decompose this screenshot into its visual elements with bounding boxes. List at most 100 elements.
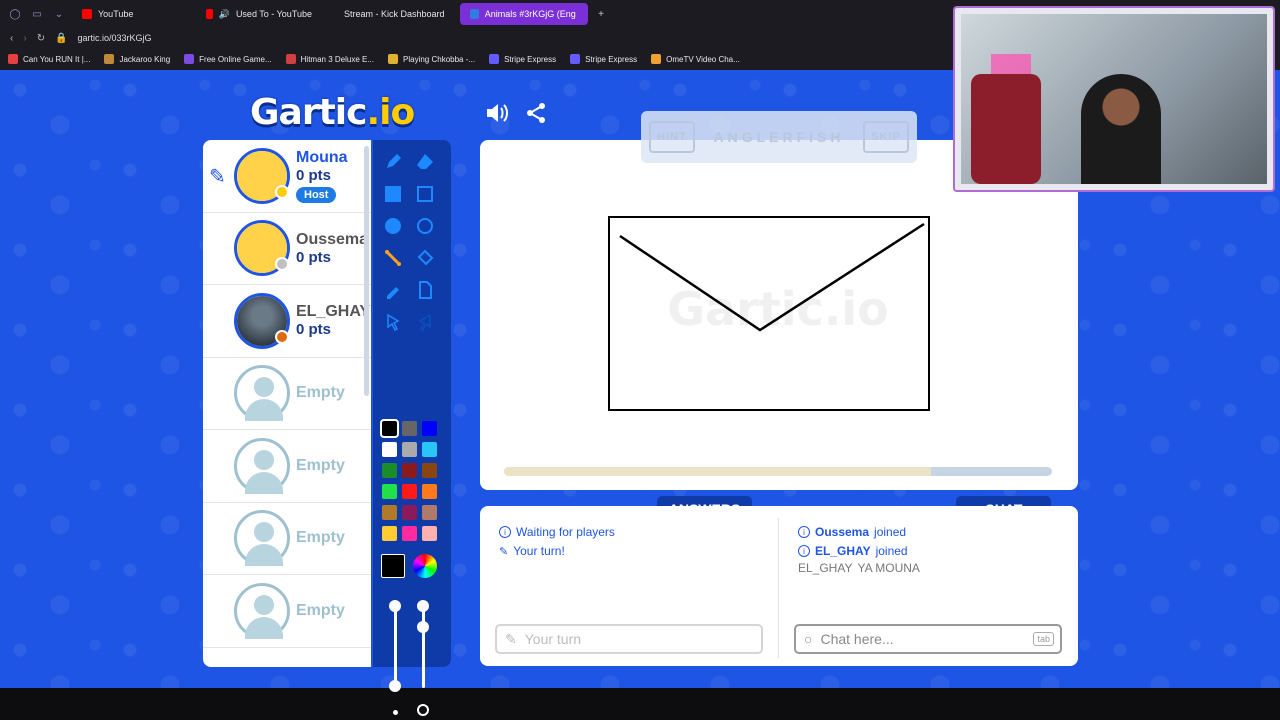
empty-slot: Empty: [203, 430, 371, 503]
hint-button[interactable]: HINT: [649, 121, 695, 153]
small-dot-icon: [393, 710, 398, 715]
color-swatch[interactable]: [402, 442, 417, 457]
color-swatch[interactable]: [402, 463, 417, 478]
drawing-tools: [373, 140, 451, 716]
answer-input[interactable]: ✎ Your turn: [495, 624, 763, 654]
eyedropper-icon[interactable]: [380, 277, 406, 303]
url-field[interactable]: gartic.io/033rKGjG: [78, 33, 152, 43]
turn-timer-bar: [504, 467, 1052, 476]
circle-outline-icon[interactable]: [412, 213, 438, 239]
chat-message: i EL_GHAY joined: [798, 544, 908, 558]
bookmark-item[interactable]: Stripe Express: [570, 54, 637, 64]
tab-search-icon[interactable]: ⌄: [50, 5, 68, 23]
color-swatch[interactable]: [382, 442, 397, 457]
players-scrollbar[interactable]: [364, 146, 369, 396]
skip-button[interactable]: SKIP: [863, 121, 909, 153]
youtube-icon: [82, 9, 92, 19]
opacity-slider-knob[interactable]: [389, 680, 401, 692]
color-swatch[interactable]: [402, 484, 417, 499]
empty-label: Empty: [296, 601, 345, 619]
players-list: ✎ Mouna 0 pts Host Oussema 0 pts EL_GHAY…: [203, 140, 371, 667]
host-badge: Host: [296, 186, 337, 203]
streamer-image: [1081, 74, 1161, 184]
stripe-icon: [570, 54, 581, 64]
gartic-logo: Gartic.io: [250, 92, 415, 133]
chat-input[interactable]: ○ Chat here... tab: [794, 624, 1062, 654]
color-swatch[interactable]: [402, 505, 417, 520]
color-swatch[interactable]: [382, 526, 397, 541]
back-icon[interactable]: ‹: [10, 33, 13, 44]
size-slider-knob[interactable]: [417, 600, 429, 612]
speaker-icon[interactable]: 🔊: [219, 9, 230, 20]
tab-gartic[interactable]: Animals #3rKGjG (English: [460, 3, 588, 25]
redo-icon[interactable]: [412, 309, 438, 335]
lock-icon: 🔒: [55, 32, 68, 44]
bookmark-item[interactable]: Free Online Game...: [184, 54, 272, 64]
fill-bucket-icon[interactable]: [412, 245, 438, 271]
line-icon[interactable]: [380, 245, 406, 271]
bookmark-item[interactable]: Stripe Express: [489, 54, 556, 64]
color-swatch[interactable]: [402, 421, 417, 436]
share-icon[interactable]: [523, 100, 549, 126]
panel-divider: [778, 518, 779, 658]
color-swatch[interactable]: [382, 484, 397, 499]
bookmark-item[interactable]: Can You RUN It |...: [8, 54, 90, 64]
tab-kick[interactable]: Stream - Kick Dashboard: [328, 3, 456, 25]
color-swatch[interactable]: [422, 463, 437, 478]
youtube-icon: [206, 9, 213, 19]
bookmark-icon: [285, 54, 296, 64]
opacity-slider[interactable]: [394, 608, 397, 688]
player-points: 0 pts: [296, 248, 332, 266]
drawing-pencil-icon: ✎: [209, 166, 226, 188]
forward-icon[interactable]: ›: [23, 33, 26, 44]
tab-youtube[interactable]: YouTube: [72, 3, 192, 25]
filled-square-icon[interactable]: [380, 181, 406, 207]
color-swatch[interactable]: [382, 463, 397, 478]
filled-circle-icon[interactable]: [380, 213, 406, 239]
pencil-icon: ✎: [505, 630, 517, 647]
color-swatch[interactable]: [402, 526, 417, 541]
bookmark-icon: [388, 54, 399, 64]
bookmark-item[interactable]: Playing Chkobba -...: [388, 54, 475, 64]
undo-icon[interactable]: [380, 309, 406, 335]
player-row[interactable]: ✎ Mouna 0 pts Host: [203, 140, 371, 213]
bookmark-item[interactable]: Hitman 3 Deluxe E...: [285, 54, 374, 64]
pencil-icon[interactable]: [380, 149, 406, 175]
color-swatch[interactable]: [422, 505, 437, 520]
size-slider[interactable]: [422, 608, 425, 688]
empty-label: Empty: [296, 456, 345, 474]
color-swatch[interactable]: [422, 421, 437, 436]
color-swatch[interactable]: [382, 505, 397, 520]
tab-used-to[interactable]: 🔊 Used To - YouTube: [196, 3, 324, 25]
bookmark-item[interactable]: Jackaroo King: [104, 54, 170, 64]
bookmark-icon: [104, 54, 115, 64]
avatar: [234, 220, 290, 277]
chat-message: i Oussema joined: [798, 525, 906, 539]
new-tab-icon[interactable]: +: [592, 5, 610, 23]
page-icon[interactable]: [412, 277, 438, 303]
size-slider-knob[interactable]: [417, 621, 429, 633]
tab-key-hint: tab: [1033, 632, 1054, 646]
info-icon: i: [499, 526, 511, 538]
status-dot: [275, 257, 289, 272]
player-row[interactable]: EL_GHAY 0 pts: [203, 285, 371, 358]
player-row[interactable]: Oussema 0 pts: [203, 213, 371, 285]
eraser-icon[interactable]: [412, 149, 438, 175]
color-picker-icon[interactable]: [413, 554, 437, 578]
gartic-icon: [470, 9, 479, 19]
bookmark-item[interactable]: OmeTV Video Cha...: [651, 54, 740, 64]
sound-icon[interactable]: [484, 100, 510, 126]
drawing-svg: Gartic.io: [608, 216, 930, 411]
square-outline-icon[interactable]: [412, 181, 438, 207]
drawing-canvas[interactable]: Gartic.io: [480, 140, 1078, 490]
color-swatch[interactable]: [422, 442, 437, 457]
color-swatch[interactable]: [422, 526, 437, 541]
reload-icon[interactable]: ↻: [37, 33, 45, 44]
browser-menu-icon[interactable]: ◯: [6, 5, 24, 23]
color-swatch[interactable]: [380, 419, 399, 438]
workspaces-icon[interactable]: ▭: [28, 5, 46, 23]
current-color[interactable]: [381, 554, 405, 578]
pencil-icon: ✎: [499, 545, 509, 558]
color-swatch[interactable]: [422, 484, 437, 499]
opacity-slider-knob[interactable]: [389, 600, 401, 612]
